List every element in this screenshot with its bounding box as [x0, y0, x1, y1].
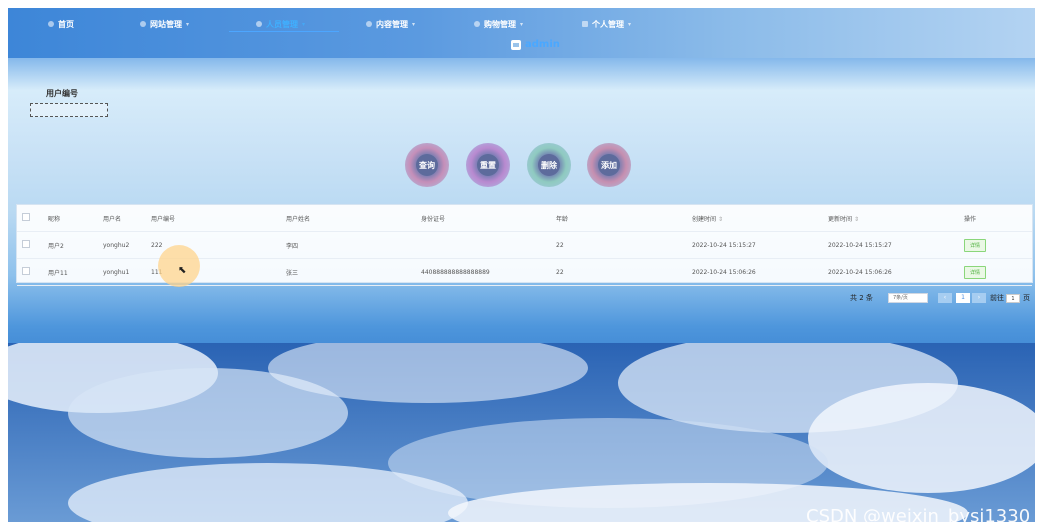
nav-personal-label: 个人管理 — [592, 19, 624, 29]
nav-content-label: 内容管理 — [376, 19, 408, 29]
header-updated-label: 更新时间 — [828, 215, 853, 223]
search-label-user-id: 用户编号 — [46, 89, 78, 98]
delete-button-label: 删除 — [538, 154, 560, 176]
detail-button[interactable]: 详情 — [964, 265, 987, 279]
header-created[interactable]: 创建时间 ⇕ — [692, 205, 828, 232]
home-icon — [48, 21, 54, 27]
table-header-row: 昵称 用户名 用户编号 用户姓名 身份证号 年龄 创建时间 ⇕ 更新时间 ⇕ 操作 — [17, 205, 1032, 232]
nav-home[interactable]: 首页 — [48, 17, 74, 31]
nav-people-label: 人员管理 — [266, 19, 298, 29]
page-size-select[interactable]: 7条/页 — [888, 293, 928, 303]
username-label: admin — [525, 39, 560, 50]
add-button[interactable]: 添加 — [587, 143, 631, 187]
background-clouds — [8, 343, 1035, 522]
select-all-checkbox[interactable] — [22, 213, 30, 221]
goto-suffix: 页 — [1023, 294, 1030, 302]
cell-name: 李四 — [286, 231, 421, 259]
cell-id-card: 440888888888888889 — [421, 258, 556, 286]
top-navbar: 首页 网站管理 ▾ 人员管理 ▾ 内容管理 ▾ 购物管理 ▾ 个人管理 ▾ ad… — [8, 8, 1035, 58]
query-button-label: 查询 — [416, 154, 438, 176]
page-number-current[interactable]: 1 — [956, 293, 970, 303]
cell-created: 2022-10-24 15:06:26 — [692, 258, 828, 286]
nav-content-management[interactable]: 内容管理 ▾ — [366, 17, 415, 31]
cell-age: 22 — [556, 231, 692, 259]
query-button[interactable]: 查询 — [405, 143, 449, 187]
avatar-icon — [511, 39, 521, 50]
sort-icon: ⇕ — [854, 215, 860, 223]
header-name: 用户姓名 — [286, 205, 421, 232]
delete-button[interactable]: 删除 — [527, 143, 571, 187]
cell-created: 2022-10-24 15:15:27 — [692, 231, 828, 259]
cell-username: yonghu1 — [103, 258, 151, 286]
personal-icon — [582, 21, 588, 27]
detail-button[interactable]: 详情 — [964, 238, 987, 252]
cell-nickname: 用户2 — [48, 231, 103, 259]
goto-prefix: 前往 — [990, 294, 1004, 302]
user-menu[interactable]: admin — [511, 39, 560, 50]
add-button-label: 添加 — [598, 154, 620, 176]
active-tab-underline — [229, 31, 339, 32]
sort-icon: ⇕ — [718, 215, 724, 223]
row-checkbox[interactable] — [22, 267, 30, 275]
csdn-watermark: CSDN @weixin_bysj1330 — [806, 506, 1031, 522]
header-updated[interactable]: 更新时间 ⇕ — [828, 205, 964, 232]
app-frame: 首页 网站管理 ▾ 人员管理 ▾ 内容管理 ▾ 购物管理 ▾ 个人管理 ▾ ad… — [8, 8, 1035, 522]
header-id-card: 身份证号 — [421, 205, 556, 232]
nav-site-management[interactable]: 网站管理 ▾ — [140, 17, 189, 31]
mouse-cursor-icon: ⬉ — [178, 265, 187, 276]
people-icon — [256, 21, 262, 27]
header-user-id: 用户编号 — [151, 205, 286, 232]
chevron-down-icon: ▾ — [412, 20, 416, 28]
chevron-down-icon: ▾ — [186, 20, 190, 28]
next-page-button[interactable]: › — [972, 293, 986, 303]
site-icon — [140, 21, 146, 27]
nav-site-label: 网站管理 — [150, 19, 182, 29]
reset-button-label: 重置 — [477, 154, 499, 176]
header-nickname: 昵称 — [48, 205, 103, 232]
user-id-search-input[interactable] — [30, 103, 108, 117]
chevron-down-icon: ▾ — [520, 20, 524, 28]
cell-id-card — [421, 231, 556, 259]
row-checkbox[interactable] — [22, 240, 30, 248]
goto-page-input[interactable]: 1 — [1006, 294, 1020, 303]
nav-shopping-label: 购物管理 — [484, 19, 516, 29]
nav-people-management[interactable]: 人员管理 ▾ — [256, 17, 305, 31]
chevron-down-icon: ▾ — [628, 20, 632, 28]
shopping-icon — [474, 21, 480, 27]
content-icon — [366, 21, 372, 27]
header-created-label: 创建时间 — [692, 215, 717, 223]
reset-button[interactable]: 重置 — [466, 143, 510, 187]
header-action: 操作 — [964, 205, 1032, 232]
cell-nickname: 用户11 — [48, 258, 103, 286]
chevron-down-icon: ▾ — [302, 20, 306, 28]
prev-page-button[interactable]: ‹ — [938, 293, 952, 303]
cell-updated: 2022-10-24 15:15:27 — [828, 231, 964, 259]
header-username: 用户名 — [103, 205, 151, 232]
cell-updated: 2022-10-24 15:06:26 — [828, 258, 964, 286]
header-age: 年龄 — [556, 205, 692, 232]
pagination-total: 共 2 条 — [850, 294, 873, 302]
cell-username: yonghu2 — [103, 231, 151, 259]
nav-shopping-management[interactable]: 购物管理 ▾ — [474, 17, 523, 31]
cell-name: 张三 — [286, 258, 421, 286]
nav-home-label: 首页 — [58, 19, 74, 29]
cell-age: 22 — [556, 258, 692, 286]
nav-personal-management[interactable]: 个人管理 ▾ — [582, 17, 631, 31]
